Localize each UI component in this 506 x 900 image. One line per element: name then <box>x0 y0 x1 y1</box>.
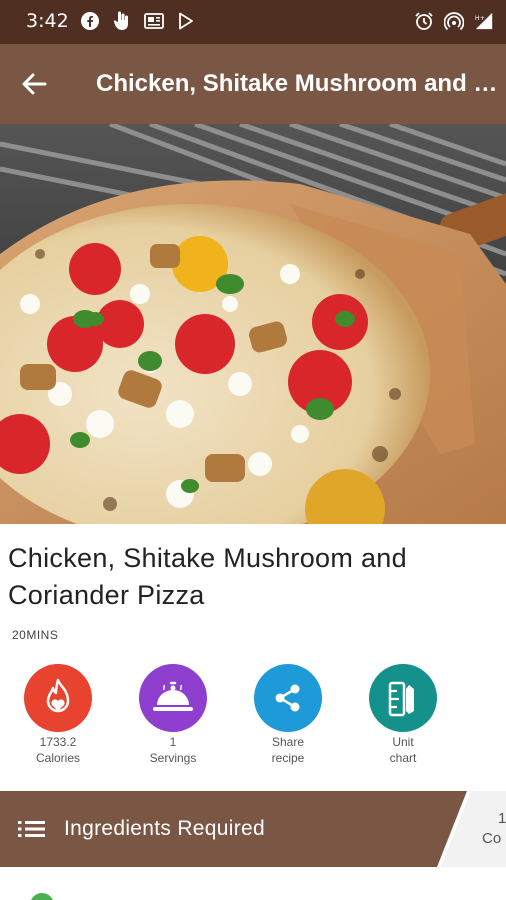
facebook-icon <box>80 11 100 31</box>
alarm-icon <box>414 11 434 31</box>
share-line1: Share <box>271 735 305 749</box>
unit-chart-line1: Unit <box>392 735 414 749</box>
flame-heart-icon <box>46 678 70 713</box>
app-bar: Chicken, Shitake Mushroom and Coriander … <box>0 44 506 124</box>
hand-icon <box>112 11 132 31</box>
share-recipe-action[interactable]: Share recipe <box>238 664 338 766</box>
status-right-icons: H+ <box>414 11 494 31</box>
status-bar: 3:42 H+ <box>0 0 506 44</box>
servings-badge <box>139 664 207 732</box>
ingredients-count-value: 1 <box>498 810 506 827</box>
back-button[interactable] <box>16 66 52 102</box>
calories-value: 1733.2 <box>39 735 77 749</box>
calories-action[interactable]: 1733.2 Calories <box>8 664 108 766</box>
recipe-hero-image <box>0 124 506 524</box>
servings-action[interactable]: 1 Servings <box>123 664 223 766</box>
unit-chart-badge <box>369 664 437 732</box>
ingredients-label: Ingredients Required <box>64 817 265 840</box>
status-left-icons <box>80 11 196 31</box>
unit-chart-action[interactable]: Unit chart <box>353 664 453 766</box>
share-badge <box>254 664 322 732</box>
recipe-actions: 1733.2 Calories 1 Servings Share recipe … <box>0 664 506 774</box>
hotspot-icon <box>444 11 464 31</box>
cloche-icon <box>153 681 193 711</box>
calories-badge <box>24 664 92 732</box>
unit-chart-line2: chart <box>389 751 417 765</box>
calories-label: Calories <box>35 751 80 765</box>
ingredients-count-label: Co <box>482 830 502 847</box>
list-icon <box>18 821 45 837</box>
ingredients-section-header[interactable]: Ingredients Required 1 Co <box>0 791 506 867</box>
servings-value: 1 <box>169 735 177 749</box>
play-store-icon <box>176 11 196 31</box>
arrow-left-icon <box>22 73 47 95</box>
news-icon <box>144 11 164 31</box>
svg-text:H+: H+ <box>475 15 485 22</box>
status-time: 3:42 <box>26 10 69 32</box>
servings-label: Servings <box>149 751 197 765</box>
app-bar-title: Chicken, Shitake Mushroom and Coriander … <box>96 70 500 97</box>
recipe-time: 20MINS <box>12 628 59 642</box>
ingredient-check-icon[interactable] <box>30 893 54 900</box>
recipe-title: Chicken, Shitake Mushroom and Coriander … <box>8 543 407 610</box>
share-icon <box>275 684 300 712</box>
ingredients-count-peek: 1 Co <box>482 809 506 849</box>
share-line2: recipe <box>271 751 305 765</box>
signal-icon: H+ <box>474 11 494 31</box>
ruler-chart-icon <box>388 681 414 717</box>
